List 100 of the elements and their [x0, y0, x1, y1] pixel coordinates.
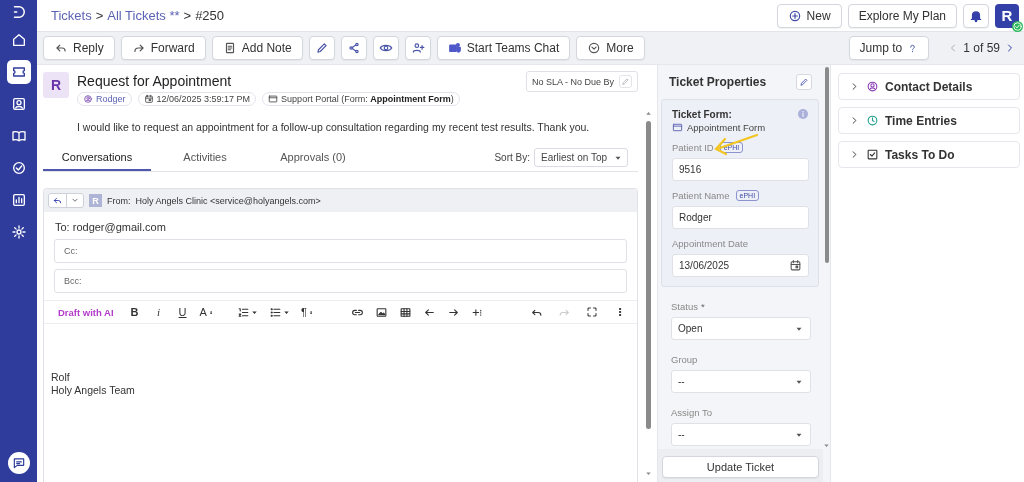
ticket-description: I would like to request an appointment for a follow-up consultation regarding my recent test results. Thank you.	[77, 121, 591, 133]
text-field[interactable]: Rodger	[672, 206, 809, 229]
share-icon	[346, 41, 361, 55]
chat-button[interactable]	[7, 452, 30, 474]
reply-mode-button[interactable]	[48, 193, 84, 208]
paragraph-button[interactable]: ¶	[300, 304, 315, 320]
calendar-icon	[143, 94, 154, 104]
requester-avatar: R	[43, 72, 69, 98]
ticket-icon	[10, 64, 27, 80]
table-icon	[399, 305, 413, 319]
sort-dropdown[interactable]: Earliest on Top	[534, 148, 628, 167]
breadcrumb-link[interactable]: Tickets	[51, 8, 92, 23]
share-button[interactable]	[340, 36, 367, 60]
breadcrumb-separator: >	[95, 8, 104, 23]
clock-icon	[866, 114, 879, 127]
ticket-title: Request for Appointment	[77, 73, 233, 89]
accordion-panel[interactable]: Time Entries	[838, 107, 1020, 134]
checkbox-icon	[866, 148, 879, 161]
bold-button[interactable]: B	[127, 304, 142, 320]
image-icon	[375, 305, 389, 319]
more-button[interactable]: More	[576, 36, 645, 60]
breadcrumb-link[interactable]: All Tickets **	[107, 8, 180, 23]
select-dropdown[interactable]: Open	[671, 317, 811, 340]
settings-icon	[10, 224, 27, 240]
sender-avatar: R	[89, 194, 102, 207]
check-circle-icon	[10, 160, 27, 176]
italic-button[interactable]: i	[151, 304, 166, 320]
tab[interactable]: Conversations	[43, 144, 151, 171]
field-label: Status	[671, 301, 698, 312]
new-button[interactable]: New	[776, 3, 842, 28]
field-label: Patient Name	[672, 190, 730, 201]
scrollbar-thumb[interactable]	[646, 121, 651, 429]
book-icon	[10, 128, 27, 144]
pencil-icon	[314, 41, 329, 55]
notifications-button[interactable]	[963, 3, 989, 28]
text-field[interactable]: 9516	[672, 158, 809, 181]
add-note-button[interactable]: Add Note	[211, 36, 303, 60]
forward-button[interactable]: Forward	[120, 36, 206, 60]
sla-badge[interactable]: No SLA - No Due By	[525, 71, 638, 92]
reply-icon	[52, 195, 63, 206]
message-line: Rolf	[51, 371, 71, 384]
user-plus-icon	[410, 41, 425, 55]
page-counter: 1 of 59	[963, 41, 1000, 55]
calendar-icon	[789, 259, 802, 272]
pencil-icon	[621, 77, 630, 86]
contact-card-icon	[10, 96, 27, 112]
bullet-list-icon	[268, 305, 282, 319]
from-label: From:	[107, 195, 131, 206]
accordion-panel[interactable]: Tasks To Do	[838, 141, 1020, 168]
date-field[interactable]: 13/06/2025	[672, 254, 809, 277]
watch-button[interactable]	[372, 36, 399, 60]
jump-to-button[interactable]: Jump to	[848, 36, 930, 60]
select-dropdown[interactable]: --	[671, 370, 811, 393]
recipient-address: To: rodger@gmail.com	[55, 221, 167, 233]
breadcrumb-current: #250	[195, 8, 225, 23]
plus-circle-icon	[787, 8, 802, 23]
fullscreen-icon	[586, 306, 598, 318]
form-icon	[672, 122, 683, 133]
draft-ai-button[interactable]: Draft with AI	[58, 304, 114, 320]
scroll-down-icon	[644, 469, 653, 478]
scroll-down-icon	[822, 441, 831, 450]
bell-icon	[969, 8, 983, 23]
explore-plan-button[interactable]: Explore My Plan	[847, 3, 957, 28]
home-icon	[10, 32, 27, 48]
assign-button[interactable]	[404, 36, 431, 60]
size-button[interactable]: A	[199, 304, 215, 320]
message-line: Holy Angels Team	[51, 384, 136, 397]
edit-button[interactable]	[308, 36, 335, 60]
field-label: Patient ID	[672, 142, 714, 153]
tab[interactable]: Activities	[151, 144, 259, 171]
field-label: Appointment Date	[672, 238, 749, 249]
breadcrumb-separator: >	[183, 8, 192, 23]
chevron-circle-icon	[587, 41, 602, 55]
bcc-field[interactable]: Bcc:	[54, 269, 627, 293]
select-dropdown[interactable]: --	[671, 423, 811, 446]
sender-address: Holy Angels Clinic <service@holyangels.com>	[135, 195, 321, 206]
window-icon	[268, 94, 279, 104]
fullscreen-button[interactable]	[585, 304, 599, 320]
cc-field[interactable]: Cc:	[54, 239, 627, 263]
pencil-icon	[799, 77, 809, 87]
chat-icon	[11, 456, 26, 470]
accordion-panel[interactable]: Contact Details	[838, 73, 1020, 100]
underline-button[interactable]: U	[175, 304, 190, 320]
bar-chart-icon	[10, 192, 27, 208]
panel-title: Ticket Properties	[669, 75, 767, 89]
update-ticket-button[interactable]: Update Ticket	[662, 456, 819, 478]
field-label: Group	[671, 354, 698, 365]
sidebar-item[interactable]	[6, 60, 31, 84]
field-label: Assign To	[671, 407, 712, 418]
teams-chat-button[interactable]: Start Teams Chat	[436, 36, 571, 60]
scrollbar-thumb[interactable]	[824, 67, 829, 263]
reply-button[interactable]: Reply	[43, 36, 115, 60]
form-label: Ticket Form:	[672, 108, 732, 120]
contact-icon	[866, 80, 879, 93]
user-icon	[83, 94, 93, 104]
edit-properties-button[interactable]	[796, 74, 812, 90]
tab[interactable]: Approvals (0)	[259, 144, 367, 171]
scroll-up-icon	[644, 109, 653, 118]
sort-label: Sort By:	[494, 152, 531, 163]
numbered-list-icon	[236, 305, 250, 319]
